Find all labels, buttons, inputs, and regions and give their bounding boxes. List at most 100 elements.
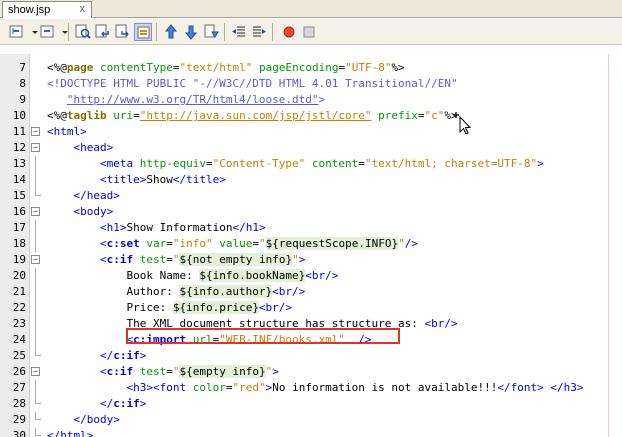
code-line[interactable]: 13 <meta http-equiv="Content-Type" conte… [0, 156, 622, 172]
forward-icon[interactable] [38, 23, 56, 41]
next-bookmark-icon[interactable] [182, 23, 200, 41]
code-token: "info" [172, 237, 213, 250]
code-token: <br/> [258, 301, 293, 314]
back-icon[interactable] [8, 23, 26, 41]
code-token: = [166, 237, 173, 250]
code-token: page [66, 61, 94, 74]
code-token: c:if [113, 349, 140, 362]
code-token: <h1> [47, 221, 127, 234]
code-token: </html> [47, 429, 94, 437]
toggle-highlight-icon[interactable] [134, 23, 152, 41]
close-icon[interactable]: x [80, 3, 86, 15]
code-line[interactable]: 22 Price: ${info.price}<br/> [0, 300, 622, 316]
line-number: 16 [12, 205, 26, 218]
fold-toggle-icon[interactable]: − [31, 255, 40, 264]
shift-left-icon[interactable] [230, 23, 248, 41]
code-line[interactable]: 14 <title>Show</title> [0, 172, 622, 188]
code-token: "http://www.w3.org/TR/html4/loose.dtd" [66, 93, 319, 106]
find-icon[interactable] [74, 23, 92, 41]
code-token: c:if [113, 397, 140, 410]
code-token: </title> [172, 173, 226, 186]
code-line[interactable]: 17 <h1>Show Information</h1> [0, 220, 622, 236]
line-number: 12 [12, 141, 26, 154]
code-token: = [166, 365, 173, 378]
code-token: = [358, 157, 365, 170]
find-next-icon[interactable] [114, 23, 132, 41]
code-token: <html> [47, 125, 87, 138]
line-number: 9 [19, 93, 26, 106]
code-token: <!DOCTYPE HTML PUBLIC "-//W3C//DTD HTML … [47, 77, 458, 90]
code-token: <h3><font [47, 381, 193, 394]
code-editor[interactable]: 7 <%@page contentType="text/html" pageEnc… [0, 54, 622, 437]
code-line[interactable]: 27 <h3><font color="red">No information … [0, 380, 622, 396]
code-line[interactable]: 21 Author: ${info.author}<br/> [0, 284, 622, 300]
code-line[interactable]: 25 </c:if> [0, 348, 622, 364]
fold-end-marker [35, 412, 41, 420]
forward-dropdown-icon[interactable] [56, 23, 68, 41]
code-text: <head> [47, 140, 113, 156]
code-token: > [537, 157, 544, 170]
move-cursor-icon [452, 112, 472, 138]
code-token: </ [47, 397, 114, 410]
fold-toggle-icon[interactable]: − [31, 127, 40, 136]
toolbar-separator [272, 23, 273, 41]
code-line[interactable]: 9 "http://www.w3.org/TR/html4/loose.dtd"… [0, 92, 622, 108]
code-token: > [139, 397, 147, 410]
code-line[interactable]: 18 <c:set var="info" value="${requestSco… [0, 236, 622, 252]
code-text: </c:if> [47, 396, 146, 412]
code-token: <meta [47, 157, 140, 170]
code-token: ${info.price} [172, 301, 259, 314]
code-line[interactable]: 20 Book Name: ${info.bookName}<br/> [0, 268, 622, 284]
line-number: 30 [12, 429, 26, 437]
code-token: "http://java.sun.com/jsp/jstl/core" [139, 109, 372, 122]
code-text: </head> [47, 188, 119, 204]
code-line[interactable]: 11− <html> [0, 124, 622, 140]
code-line[interactable]: 7 <%@page contentType="text/html" pageEnc… [0, 60, 622, 76]
line-number: 18 [12, 237, 26, 250]
code-line[interactable]: 12− <head> [0, 140, 622, 156]
code-token: color [192, 381, 226, 394]
tab-show-jsp[interactable]: show.jsp x [2, 1, 92, 18]
fold-toggle-icon[interactable]: − [31, 143, 40, 152]
fold-guide [35, 268, 36, 284]
fold-guide [35, 220, 36, 236]
line-number: 13 [12, 157, 26, 170]
code-line[interactable]: 29 </body> [0, 412, 622, 428]
line-number: 27 [12, 381, 26, 394]
code-line[interactable]: 10 <%@taglib uri="http://java.sun.com/jsp… [0, 108, 622, 124]
code-text: <title>Show</title> [47, 172, 226, 188]
code-line[interactable]: 19− <c:if test="${not empty info}"> [0, 252, 622, 268]
line-number: 24 [12, 333, 26, 346]
toggle-bookmark-icon[interactable] [202, 23, 220, 41]
history-dropdown-icon[interactable] [26, 23, 38, 41]
find-previous-icon[interactable] [94, 23, 112, 41]
code-line[interactable]: 8 <!DOCTYPE HTML PUBLIC "-//W3C//DTD HTML… [0, 76, 622, 92]
code-text: <body> [47, 204, 113, 220]
code-token: ${empty info} [179, 365, 266, 378]
fold-end-marker [35, 348, 41, 356]
stop-macro-icon[interactable] [300, 23, 318, 41]
previous-bookmark-icon[interactable] [162, 23, 180, 41]
code-line[interactable]: 15 </head> [0, 188, 622, 204]
code-token: var [146, 237, 167, 250]
code-token: = [133, 109, 140, 122]
code-line[interactable]: 16− <body> [0, 204, 622, 220]
code-line[interactable]: 30 </html> [0, 428, 622, 437]
editor-toolbar [0, 19, 622, 45]
code-text: <meta http-equiv="Content-Type" content=… [47, 156, 544, 172]
line-number: 22 [12, 301, 26, 314]
code-token: ${info.bookName} [199, 269, 306, 282]
fold-toggle-icon[interactable]: − [31, 367, 40, 376]
code-token: Book Name: [47, 269, 200, 282]
code-token: " [258, 237, 266, 250]
code-token: c:if [106, 365, 134, 378]
shift-right-icon[interactable] [250, 23, 268, 41]
fold-toggle-icon[interactable]: − [31, 207, 40, 216]
code-line[interactable]: 28 </c:if> [0, 396, 622, 412]
fold-guide [35, 172, 36, 188]
code-token: < [47, 365, 107, 378]
start-macro-icon[interactable] [280, 23, 298, 41]
code-line[interactable]: 26− <c:if test="${empty info}"> [0, 364, 622, 380]
toolbar-separator [224, 23, 225, 41]
